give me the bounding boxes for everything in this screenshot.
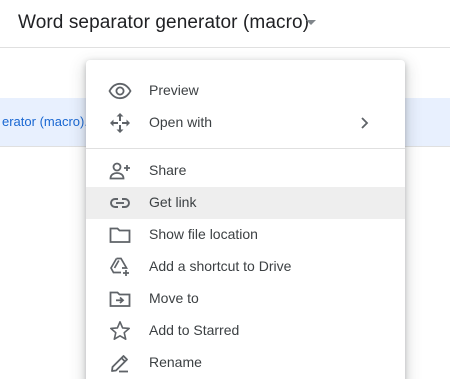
menu-item-share[interactable]: Share bbox=[86, 155, 405, 187]
file-header: Word separator generator (macro) bbox=[0, 0, 450, 48]
menu-item-add-to-starred[interactable]: Add to Starred bbox=[86, 315, 405, 347]
folder-icon bbox=[108, 223, 132, 247]
menu-item-add-shortcut[interactable]: Add a shortcut to Drive bbox=[86, 251, 405, 283]
menu-item-preview[interactable]: Preview bbox=[86, 75, 405, 107]
link-icon bbox=[108, 191, 132, 215]
arrow-drop-down-icon[interactable] bbox=[306, 20, 316, 25]
menu-label-open-with: Open with bbox=[149, 114, 213, 130]
menu-label-share: Share bbox=[149, 162, 187, 178]
menu-item-get-link[interactable]: Get link bbox=[86, 187, 405, 219]
menu-label-rename: Rename bbox=[149, 354, 202, 370]
star-outline-icon bbox=[108, 319, 132, 343]
menu-item-rename[interactable]: Rename bbox=[86, 347, 405, 379]
menu-item-show-file-location[interactable]: Show file location bbox=[86, 219, 405, 251]
menu-label-get-link: Get link bbox=[149, 194, 197, 210]
context-menu: Preview Open with Share Get link Show fi… bbox=[86, 60, 405, 379]
person-add-icon bbox=[108, 159, 132, 183]
move-to-folder-icon bbox=[108, 287, 132, 311]
drive-page: Word separator generator (macro) erator … bbox=[0, 0, 450, 379]
file-name[interactable]: erator (macro).x bbox=[2, 114, 94, 129]
menu-label-move-to: Move to bbox=[149, 290, 199, 306]
eye-icon bbox=[108, 79, 132, 103]
menu-label-add-shortcut: Add a shortcut to Drive bbox=[149, 258, 292, 274]
menu-label-add-to-starred: Add to Starred bbox=[149, 322, 240, 338]
menu-item-open-with[interactable]: Open with bbox=[86, 107, 405, 139]
drive-shortcut-icon bbox=[108, 255, 132, 279]
menu-item-move-to[interactable]: Move to bbox=[86, 283, 405, 315]
menu-divider bbox=[86, 148, 405, 149]
move-arrows-icon bbox=[108, 111, 132, 135]
menu-label-preview: Preview bbox=[149, 82, 199, 98]
menu-label-show-file-location: Show file location bbox=[149, 226, 258, 242]
document-title[interactable]: Word separator generator (macro) bbox=[18, 12, 309, 34]
chevron-right-icon bbox=[354, 113, 374, 133]
pencil-icon bbox=[108, 351, 132, 375]
